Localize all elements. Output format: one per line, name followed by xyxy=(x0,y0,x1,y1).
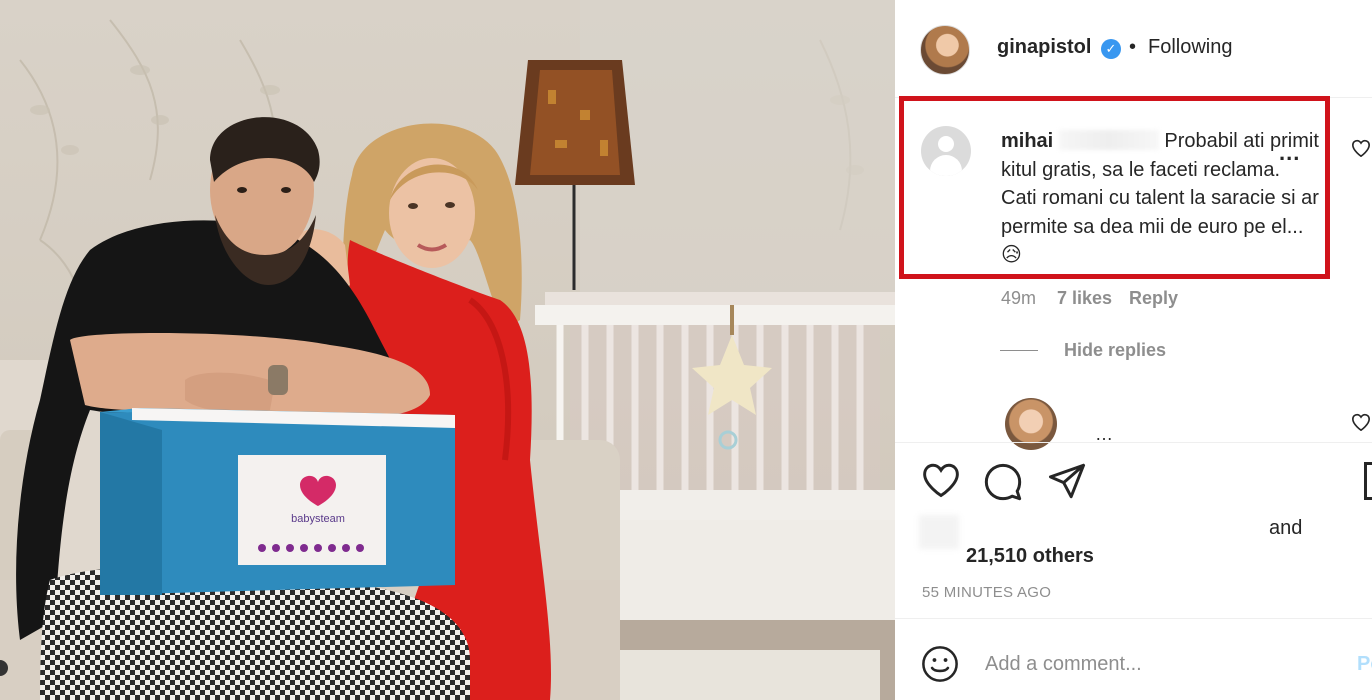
heart-icon[interactable] xyxy=(921,462,961,498)
post-comment-button[interactable]: Po xyxy=(1357,653,1372,676)
comment-icon[interactable] xyxy=(983,462,1023,502)
add-comment-input[interactable]: Add a comment... xyxy=(985,653,1142,676)
post-timestamp[interactable]: 55 MINUTES AGO xyxy=(922,584,1051,601)
hide-replies-button[interactable]: Hide replies xyxy=(1064,340,1166,361)
reply-text-cut: … xyxy=(1095,424,1113,442)
bookmark-icon[interactable] xyxy=(1364,462,1372,500)
post-side-panel: ginapistol ✓ • Following mihai Probabil … xyxy=(895,0,1372,700)
likes-and: and xyxy=(1269,517,1303,539)
photo-scene: babysteam xyxy=(0,0,895,700)
following-button[interactable]: Following xyxy=(1148,36,1232,59)
default-avatar-head xyxy=(938,136,954,152)
comment-likes[interactable]: 7 likes xyxy=(1057,288,1112,309)
author-avatar[interactable] xyxy=(920,25,970,75)
more-options-icon[interactable]: ... xyxy=(1279,140,1300,166)
emoji-icon[interactable] xyxy=(921,645,959,683)
commenter-username[interactable]: mihai xyxy=(1001,130,1053,152)
reply-like-heart-icon[interactable] xyxy=(1351,413,1371,431)
likes-others[interactable]: 21,510 others xyxy=(966,545,1094,568)
replies-divider xyxy=(1000,350,1038,351)
redacted-username xyxy=(1058,130,1159,150)
author-username[interactable]: ginapistol xyxy=(997,36,1091,59)
comment-emoji: 😥 xyxy=(1001,244,1022,266)
post-header: ginapistol ✓ • Following xyxy=(895,0,1372,98)
default-avatar-body xyxy=(930,155,962,176)
comment-body: mihai Probabil ati primit kitul gratis, … xyxy=(1001,127,1319,270)
commenter-avatar[interactable] xyxy=(921,126,971,176)
likes-avatar-redacted xyxy=(919,515,959,549)
share-icon[interactable] xyxy=(1047,462,1087,500)
actions-divider xyxy=(895,442,1372,443)
comment-reply-button[interactable]: Reply xyxy=(1129,288,1178,309)
box-brand: babysteam xyxy=(291,513,345,525)
post-photo[interactable]: babysteam xyxy=(0,0,895,700)
verified-badge-icon: ✓ xyxy=(1101,39,1121,59)
add-comment-divider xyxy=(895,618,1372,619)
header-separator: • xyxy=(1129,36,1137,58)
comment-like-heart-icon[interactable] xyxy=(1351,139,1371,157)
comment-time[interactable]: 49m xyxy=(1001,288,1036,309)
